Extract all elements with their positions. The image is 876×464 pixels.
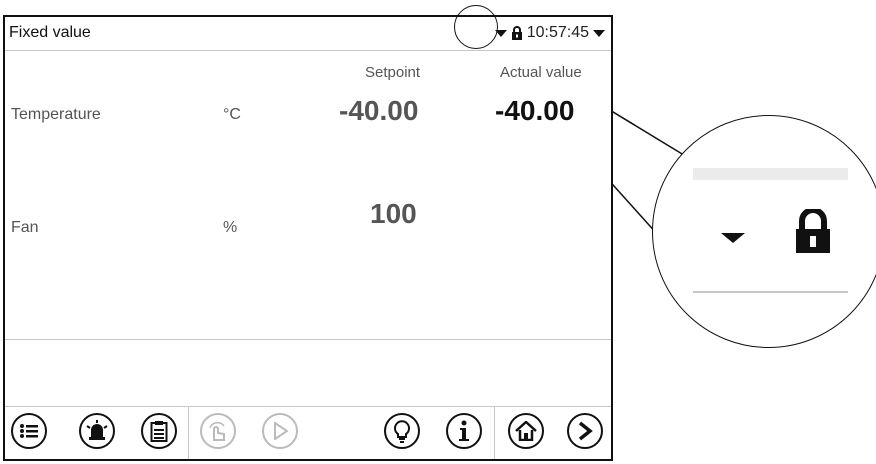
alarm-icon: [86, 420, 108, 440]
actual-value-header: Actual value: [500, 64, 582, 81]
manual-button[interactable]: [200, 413, 236, 449]
controller-screen: Fixed value 10:57:45 Setpoint Actual val…: [3, 15, 613, 461]
zoom-lock-icon: [796, 209, 830, 253]
header-time: 10:57:45: [526, 24, 589, 41]
toolbar-separator: [494, 406, 495, 459]
time-dropdown-icon[interactable]: [593, 29, 605, 37]
menu-button[interactable]: [11, 413, 47, 449]
next-button[interactable]: [567, 413, 603, 449]
divider: [5, 339, 611, 340]
tips-button[interactable]: [384, 413, 420, 449]
start-icon: [274, 422, 288, 440]
alarm-button[interactable]: [79, 413, 115, 449]
temperature-unit: °C: [223, 106, 241, 123]
next-icon: [578, 421, 593, 441]
menu-icon: [20, 424, 38, 438]
home-icon: [515, 421, 537, 441]
setpoint-header: Setpoint: [365, 64, 421, 81]
event-list-button[interactable]: [141, 413, 177, 449]
magnifier-marker: [454, 5, 498, 49]
start-button[interactable]: [262, 413, 298, 449]
temperature-setpoint[interactable]: -40.00: [339, 95, 418, 127]
zoom-divider: [693, 291, 848, 293]
toolbar-separator: [188, 406, 189, 459]
info-icon: [459, 420, 469, 441]
header-title: Fixed value: [9, 24, 91, 41]
magnified-view: [652, 115, 876, 348]
manual-icon: [209, 422, 225, 441]
fan-label: Fan: [11, 219, 39, 236]
info-button[interactable]: [446, 413, 482, 449]
home-button[interactable]: [508, 413, 544, 449]
lock-icon: [511, 26, 522, 40]
temperature-label: Temperature: [11, 106, 101, 123]
event-list-icon: [150, 421, 168, 442]
bottom-toolbar: [5, 406, 611, 459]
fan-setpoint[interactable]: 100: [370, 198, 417, 230]
tips-icon: [394, 420, 410, 443]
temperature-actual-value: -40.00: [495, 95, 575, 126]
zoom-dropdown-arrow-icon: [721, 233, 745, 243]
zoom-header-strip: [693, 168, 848, 180]
header-bar: Fixed value 10:57:45: [5, 17, 611, 51]
fan-unit: %: [223, 219, 238, 236]
header-status: 10:57:45: [494, 24, 605, 42]
